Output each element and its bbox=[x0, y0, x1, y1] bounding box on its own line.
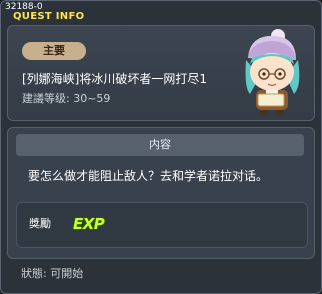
quest-header-panel: 主要 [列娜海峡]将冰川破坏者一网打尽1 建議等级: 30~59 bbox=[7, 25, 315, 121]
quest-name: [列娜海峡]将冰川破坏者一网打尽1 bbox=[22, 72, 207, 86]
exp-icon[interactable]: EXP bbox=[73, 215, 105, 233]
reward-box: 獎勵 EXP bbox=[16, 202, 308, 248]
reward-label: 獎勵 bbox=[29, 217, 51, 230]
quest-body-panel: 内容 要怎么做才能阻止敌人？去和学者诺拉对话。 獎勵 EXP bbox=[7, 127, 315, 259]
category-badge: 主要 bbox=[22, 42, 86, 60]
window-title: QUEST INFO bbox=[13, 11, 85, 22]
level-range: 建議等级: 30~59 bbox=[22, 92, 111, 105]
title-bar[interactable]: 32188-0 QUEST INFO bbox=[1, 1, 321, 23]
content-section-header: 内容 bbox=[16, 134, 304, 156]
quest-description: 要怎么做才能阻止敌人？去和学者诺拉对话。 bbox=[28, 169, 269, 183]
npc-portrait bbox=[245, 29, 300, 116]
quest-info-window: 32188-0 QUEST INFO 主要 [列娜海峡]将冰川破坏者一网打尽1 … bbox=[0, 0, 322, 294]
quest-status: 狀態: 可開始 bbox=[21, 267, 84, 280]
